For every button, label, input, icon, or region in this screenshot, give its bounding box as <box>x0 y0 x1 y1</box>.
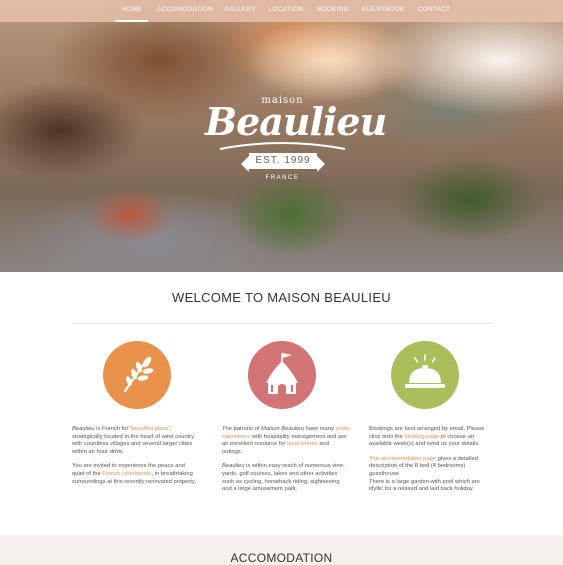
logo-country-text: FRANCE <box>265 175 300 181</box>
activities-paragraph-1: The patrons of Maison Beaulieu have many… <box>222 426 350 456</box>
nav-location[interactable]: LOCATION <box>265 0 307 22</box>
text-span: The patrons of <box>222 426 261 432</box>
top-navigation: HOME ACCOMODATION GALLERY LOCATION BOOKI… <box>0 0 563 22</box>
nav-guestbook[interactable]: GUESTBOOK <box>360 0 406 22</box>
text-span: is French for ' <box>94 426 132 432</box>
feature-circle-location <box>103 341 171 409</box>
booking-paragraph-1: Bookings are best arranged by email. Ple… <box>369 426 494 449</box>
service-bell-icon <box>405 354 445 388</box>
text-span: have many <box>303 426 336 432</box>
intro-column-booking: Bookings are best arranged by email. Ple… <box>369 426 494 501</box>
accomodation-heading: ACCOMODATION <box>230 551 333 565</box>
booking-paragraph-2: The accommodation page gives a detailed … <box>369 456 494 479</box>
local-events-link[interactable]: local events <box>287 441 318 447</box>
accomodation-section: ACCOMODATION <box>0 535 563 565</box>
french-countryside-link[interactable]: French countryside <box>102 471 151 477</box>
accommodation-page-link[interactable]: The accommodation page <box>369 456 436 462</box>
feature-circle-booking <box>391 341 459 409</box>
wheat-icon <box>123 356 154 393</box>
nav-booking[interactable]: BOOKING <box>313 0 353 22</box>
booking-paragraph-3: There is a large garden with pool which … <box>369 478 480 493</box>
section-divider <box>72 323 492 324</box>
booking-page-link[interactable]: booking page <box>404 434 439 440</box>
beautiful-place-link[interactable]: beautiful place <box>131 426 168 432</box>
location-paragraph-2: You are invited to experience the peace … <box>72 463 196 486</box>
tent-icon <box>266 353 298 394</box>
brand-name-emphasis: Beaulieu <box>72 426 95 432</box>
maison-beaulieu-logo[interactable]: maison Beaulieu EST. 1999 FRANCE <box>205 95 387 190</box>
feature-circle-activities <box>248 341 316 409</box>
activities-paragraph-2: Beaulieu is within easy reach of numerou… <box>222 463 350 493</box>
logo-swoosh <box>219 142 346 150</box>
welcome-heading: WELCOME TO MAISON BEAULIEU <box>172 290 391 305</box>
nav-accomodation[interactable]: ACCOMODATION <box>155 0 215 22</box>
logo-established-ribbon: EST. 1999 <box>241 153 325 172</box>
logo-name-text: Beaulieu <box>205 99 387 144</box>
nav-contact[interactable]: CONTACT <box>413 0 455 22</box>
location-paragraph-1: Beaulieu is French for 'beautiful place'… <box>72 426 196 456</box>
nav-gallery[interactable]: GALLERY <box>222 0 258 22</box>
intro-column-location: Beaulieu is French for 'beautiful place'… <box>72 426 196 493</box>
brand-name-emphasis: Beaulieu <box>222 463 245 470</box>
brand-name-emphasis: Maison Beaulieu <box>261 426 304 432</box>
nav-home[interactable]: HOME <box>115 0 148 22</box>
intro-column-activities: The patrons of Maison Beaulieu have many… <box>222 426 350 501</box>
